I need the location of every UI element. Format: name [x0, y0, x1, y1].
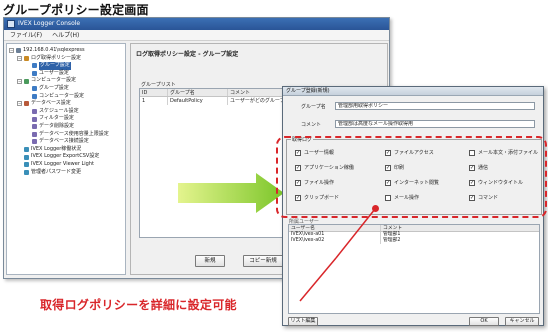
- callout-dot: [372, 205, 379, 212]
- feature-caption: 取得ログポリシーを詳細に設定可能: [40, 298, 237, 312]
- callout-line: [299, 208, 376, 302]
